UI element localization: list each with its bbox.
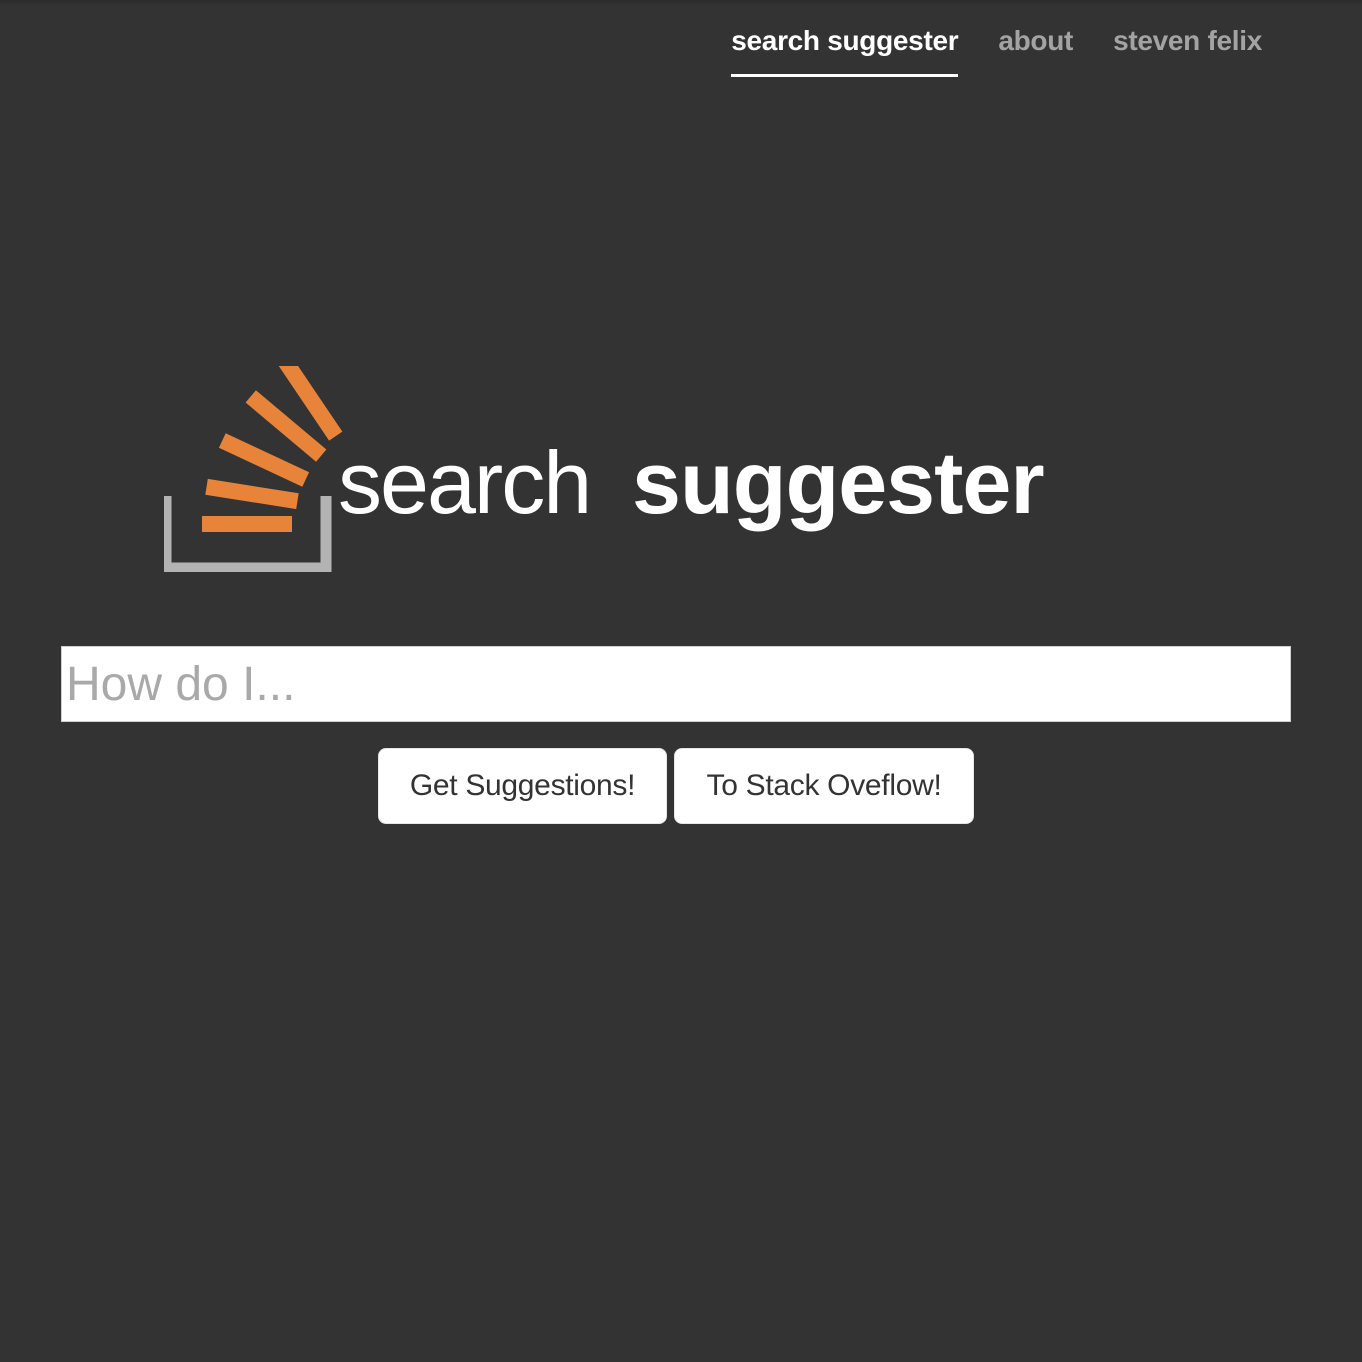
bar-2 xyxy=(205,478,299,510)
nav-item-steven-felix[interactable]: steven felix xyxy=(1113,22,1262,77)
search-input[interactable] xyxy=(61,646,1291,722)
nav-item-search-suggester[interactable]: search suggester xyxy=(731,22,959,77)
get-suggestions-button[interactable]: Get Suggestions! xyxy=(378,748,667,824)
stack-overflow-icon: search suggester xyxy=(164,366,1045,572)
logo-word-light: search xyxy=(338,433,590,532)
bar-1 xyxy=(202,516,292,532)
nav-item-about[interactable]: about xyxy=(998,22,1073,77)
top-shadow xyxy=(0,0,1362,6)
logo: search suggester xyxy=(164,366,1094,572)
action-buttons: Get Suggestions! To Stack Oveflow! xyxy=(378,748,974,824)
top-nav: search suggester about steven felix xyxy=(731,22,1262,77)
to-stack-overflow-button[interactable]: To Stack Oveflow! xyxy=(674,748,974,824)
logo-word-bold: suggester xyxy=(632,433,1044,532)
